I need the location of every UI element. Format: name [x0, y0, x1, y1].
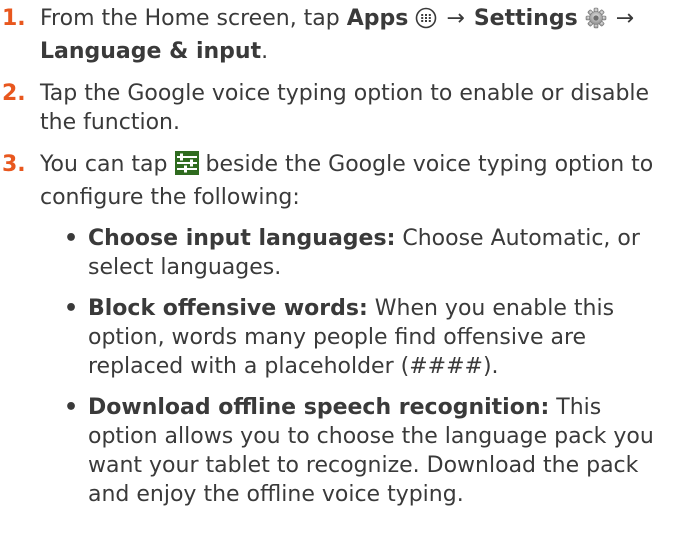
- step-number: 2.: [2, 81, 26, 106]
- step-text: You can tap: [40, 152, 175, 177]
- option-term: Choose input languages:: [88, 226, 396, 251]
- instruction-page: 1. From the Home screen, tap Apps → Sett…: [0, 0, 686, 536]
- option-list: • Choose input languages: Choose Automat…: [40, 224, 672, 509]
- step-text: From the Home screen, tap: [40, 6, 347, 31]
- bullet: •: [64, 296, 79, 321]
- step-text-end: .: [261, 39, 269, 64]
- settings-label: Settings: [473, 6, 578, 31]
- step-number: 1.: [2, 6, 26, 31]
- bullet: •: [64, 395, 79, 420]
- step-text: Tap the Google voice typing option to en…: [40, 81, 650, 135]
- configure-sliders-icon: [174, 151, 199, 183]
- language-input-label: Language & input: [40, 39, 262, 64]
- arrow-separator: →: [446, 6, 465, 31]
- apps-icon: [415, 7, 437, 37]
- list-item: • Download offline speech recognition: T…: [40, 393, 672, 509]
- step-3: 3. You can tap beside the Google voice t…: [0, 150, 672, 509]
- list-item: • Block offensive words: When you enable…: [40, 294, 672, 381]
- step-2: 2. Tap the Google voice typing option to…: [0, 79, 672, 137]
- bullet: •: [64, 226, 79, 251]
- step-1: 1. From the Home screen, tap Apps → Sett…: [0, 4, 672, 66]
- arrow-separator: →: [615, 6, 635, 31]
- apps-label: Apps: [346, 6, 409, 31]
- list-item: • Choose input languages: Choose Automat…: [40, 224, 672, 282]
- option-term: Download offline speech recognition:: [88, 395, 550, 420]
- settings-gear-icon: [585, 7, 607, 37]
- step-number: 3.: [2, 152, 26, 177]
- option-term: Block offensive words:: [88, 296, 368, 321]
